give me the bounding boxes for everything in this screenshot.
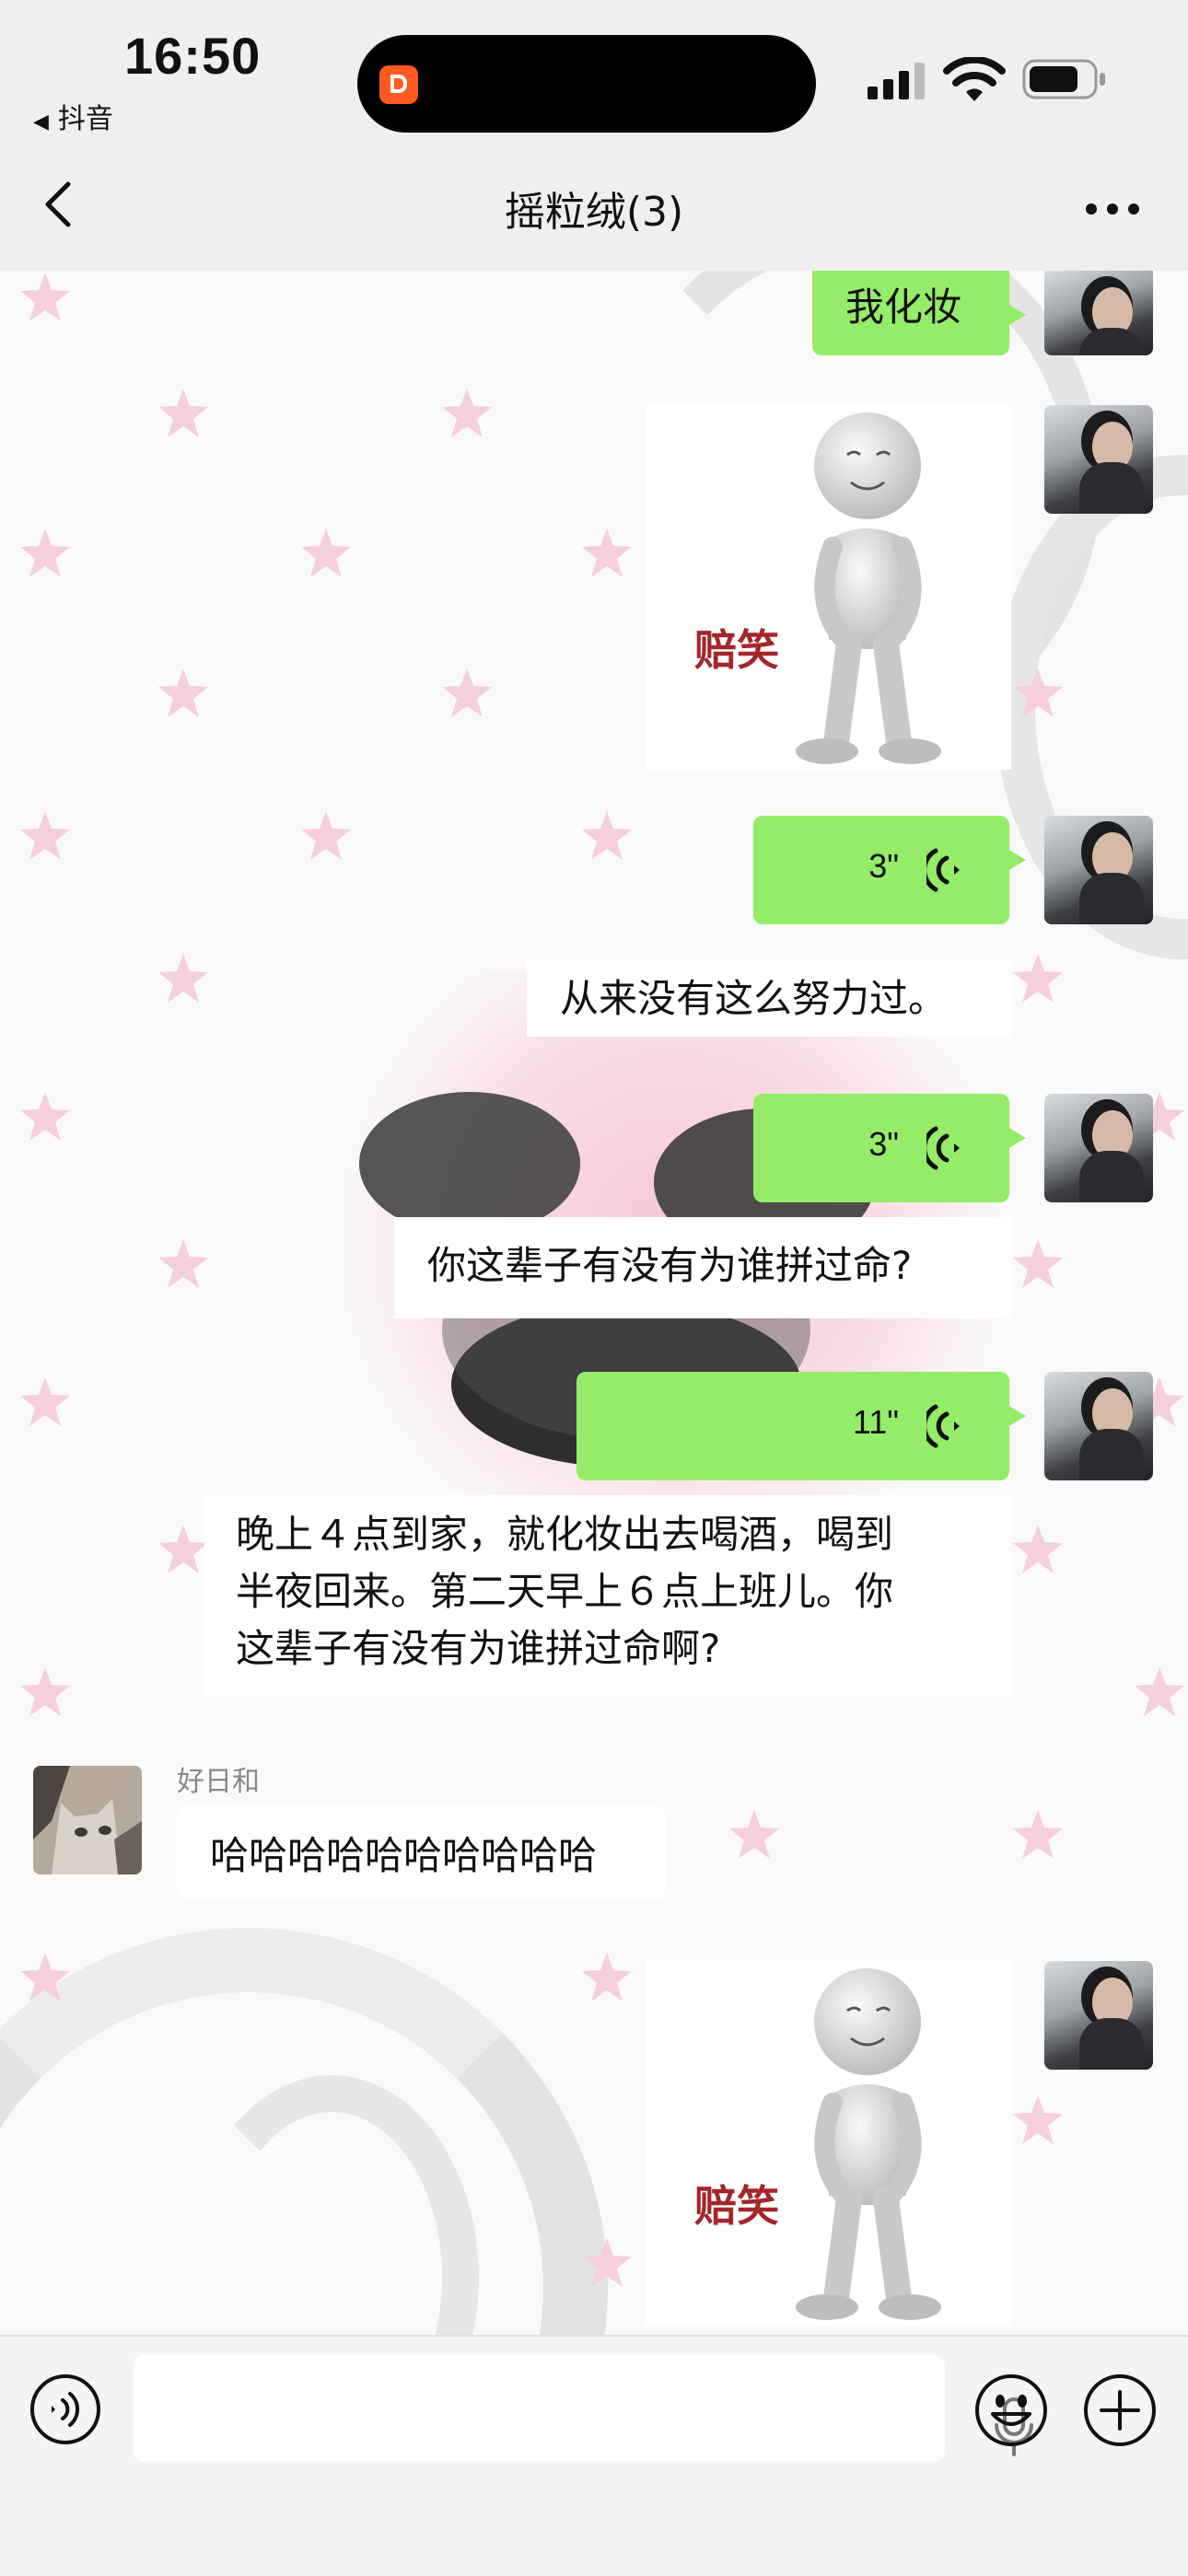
pink-star-icon <box>1013 1525 1063 1573</box>
emoji-icon[interactable] <box>974 2373 1048 2447</box>
my-avatar[interactable] <box>1044 1372 1153 1480</box>
pink-star-icon <box>20 1667 70 1716</box>
pink-star-icon <box>1013 2095 1063 2144</box>
pink-star-icon <box>158 954 208 1003</box>
voice-transcript: 晚上４点到家，就化妆出去喝酒，喝到 半夜回来。第二天早上６点上班儿。你 这辈子有… <box>204 1495 1011 1696</box>
my-avatar[interactable] <box>1044 271 1153 355</box>
wifi-icon <box>943 57 1006 101</box>
transcript-line: 这辈子有没有为谁拼过命啊? <box>236 1626 721 1671</box>
pink-star-icon <box>582 2238 632 2287</box>
my-avatar[interactable] <box>1044 816 1153 924</box>
voice-transcript: 你这辈子有没有为谁拼过命? <box>394 1217 1011 1318</box>
pink-star-icon <box>1135 1667 1184 1716</box>
voice-transcript: 从来没有这么努力过。 <box>527 959 1011 1037</box>
smiling-stickman-image <box>796 412 941 764</box>
more-options-icon[interactable] <box>1085 203 1140 215</box>
back-triangle-icon: ◀ <box>33 110 49 133</box>
pink-star-icon <box>20 1092 70 1141</box>
pink-star-icon <box>1013 1239 1063 1288</box>
voice-duration: 3" <box>868 847 899 885</box>
voice-duration: 11" <box>852 1403 899 1441</box>
message-text: 哈哈哈哈哈哈哈哈哈哈 <box>210 1833 598 1878</box>
message-text-input[interactable] <box>133 2355 1033 2462</box>
pink-star-icon <box>20 273 70 321</box>
pink-star-icon <box>20 811 70 860</box>
my-avatar[interactable] <box>1044 1961 1153 2070</box>
pink-star-icon <box>1013 668 1063 717</box>
message-bubble-incoming[interactable]: 哈哈哈哈哈哈哈哈哈哈 <box>177 1806 665 1898</box>
pink-star-icon <box>1013 1810 1063 1859</box>
voice-message-bubble[interactable]: 11" <box>577 1372 1026 1480</box>
pink-star-icon <box>158 668 208 717</box>
app-activity-icon <box>379 65 418 104</box>
dynamic-island <box>357 35 816 133</box>
voice-message-bubble[interactable]: 3" <box>753 1094 1026 1202</box>
pink-star-icon <box>301 528 351 577</box>
chat-title: 摇粒绒(3) <box>504 189 684 236</box>
pink-star-icon <box>582 1953 632 2002</box>
voice-duration: 3" <box>868 1125 899 1163</box>
battery-icon <box>1022 59 1105 99</box>
pink-star-icon <box>20 1377 70 1426</box>
plus-icon[interactable] <box>1083 2373 1157 2447</box>
sticker-caption: 赔笑 <box>694 2181 779 2231</box>
pink-star-icon <box>582 528 632 577</box>
pink-star-icon <box>158 1239 208 1288</box>
pink-star-icon <box>582 811 632 860</box>
voice-wave-icon <box>926 1126 960 1170</box>
message-text: 我化妆 <box>845 284 962 330</box>
voice-message-bubble[interactable]: 3" <box>753 816 1026 924</box>
smiling-stickman-image <box>796 1968 941 2320</box>
cat-photo-image <box>33 1766 142 1874</box>
message-input-bar <box>0 2335 1188 2576</box>
pink-star-icon <box>1013 954 1063 1003</box>
pink-star-icon <box>301 811 351 860</box>
my-avatar[interactable] <box>1044 405 1153 514</box>
sticker-message[interactable]: 赔笑 <box>646 405 1011 770</box>
voice-toggle-icon[interactable] <box>29 2373 101 2445</box>
back-app-label: 抖音 <box>57 103 113 135</box>
chat-message-list[interactable]: 我化妆 赔笑 3" 从来没有这么努力过。 3" 你这辈子有没有为谁拼过命? 11… <box>0 271 1188 2335</box>
transcript-line: 半夜回来。第二天早上６点上班儿。你 <box>236 1569 894 1614</box>
sender-name: 好日和 <box>177 1766 260 1798</box>
voice-wave-icon <box>926 1404 960 1448</box>
message-bubble-outgoing[interactable]: 我化妆 <box>812 271 1026 355</box>
status-bar: 16:50 ◀ 抖音 <box>0 0 1188 138</box>
pink-star-icon <box>729 1810 779 1859</box>
back-to-app-link[interactable]: ◀ 抖音 <box>33 96 113 136</box>
my-avatar[interactable] <box>1044 1094 1153 1202</box>
sticker-message[interactable]: 赔笑 <box>646 1961 1011 2326</box>
pink-star-icon <box>158 1525 208 1573</box>
cellular-signal-icon <box>868 63 925 99</box>
status-time: 16:50 <box>124 27 262 85</box>
transcript-line: 晚上４点到家，就化妆出去喝酒，喝到 <box>236 1512 894 1557</box>
contact-avatar-cat[interactable] <box>33 1766 142 1874</box>
pink-star-icon <box>20 528 70 577</box>
chat-header: 摇粒绒(3) <box>0 138 1188 273</box>
sticker-caption: 赔笑 <box>694 625 779 675</box>
pink-star-icon <box>442 389 492 437</box>
pink-star-icon <box>158 389 208 437</box>
pink-star-icon <box>442 668 492 717</box>
voice-wave-icon <box>926 848 960 892</box>
pink-star-icon <box>20 1953 70 2002</box>
